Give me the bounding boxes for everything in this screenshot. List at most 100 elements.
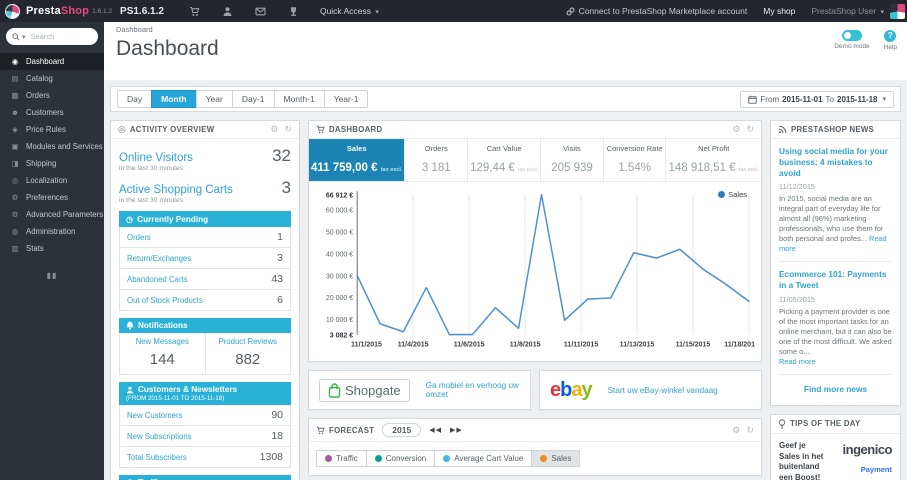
forecast-next-button[interactable]: ▶▶ <box>450 426 463 434</box>
shop-code-label: PS1.6.1.2 <box>120 5 164 17</box>
forecast-toggle-conversion[interactable]: Conversion <box>365 450 436 467</box>
sidebar-item-dashboard[interactable]: ◉ Dashboard <box>0 53 104 70</box>
new-messages-cell[interactable]: New Messages 144 <box>120 333 205 374</box>
shopgate-ad[interactable]: Shopgate Ga mobiel en verhoog uw omzet <box>308 370 531 410</box>
sidebar-item-orders[interactable]: ▦ Orders <box>0 87 104 104</box>
forecast-year-selector[interactable]: 2015 <box>382 423 422 437</box>
dashboard-panel: DASHBOARD ⚙ ↻ Sales 411 759,00 € tax excl… <box>308 120 762 362</box>
gear-icon[interactable]: ⚙ <box>270 125 278 134</box>
employee-icon[interactable] <box>222 6 233 17</box>
demo-mode-toggle[interactable]: Demo mode <box>834 30 870 51</box>
sidebar-item-catalog[interactable]: ▤ Catalog <box>0 70 104 87</box>
bell-icon <box>126 321 134 330</box>
kpi-tab-visits[interactable]: Visits 205 939 <box>541 139 604 181</box>
active-carts-subtitle: in the last 30 minutes <box>119 197 184 204</box>
sales-line-chart: 66 912 € 60 000 € 50 000 € 40 000 € 30 000 €… <box>326 190 755 348</box>
messages-icon[interactable] <box>255 6 266 17</box>
kpi-tab-conversion-rate[interactable]: Conversion Rate 1.54% <box>604 139 667 181</box>
main-area: Dashboard Dashboard Demo mode ? Help Day… <box>104 22 907 480</box>
find-more-news-link[interactable]: Find more news <box>779 382 892 398</box>
avg-cart-value-dot-icon <box>443 455 451 462</box>
out-of-stock-row[interactable]: Out of Stock Products 6 <box>119 290 291 311</box>
active-carts-value: 3 <box>281 178 291 197</box>
svg-text:66 912 €: 66 912 € <box>326 190 353 199</box>
news-article-title[interactable]: Using social media for your business: 4 … <box>779 146 892 178</box>
pending-orders-row[interactable]: Orders 1 <box>119 227 291 248</box>
chart-legend[interactable]: Sales <box>718 190 747 199</box>
refresh-icon[interactable]: ↻ <box>284 125 292 134</box>
svg-text:60 000 €: 60 000 € <box>326 205 353 214</box>
svg-text:11/8/2015: 11/8/2015 <box>510 339 541 348</box>
person-icon <box>127 386 133 393</box>
sidebar-item-label: Customers <box>26 108 64 117</box>
forecast-prev-button[interactable]: ◀◀ <box>429 426 442 434</box>
forecast-toggle-avg-cart-value[interactable]: Average Cart Value <box>434 450 533 467</box>
read-more-link[interactable]: Read more <box>779 357 816 366</box>
abandoned-carts-row[interactable]: Abandoned Carts 43 <box>119 269 291 290</box>
svg-text:11/18/201: 11/18/201 <box>724 339 755 348</box>
new-subscriptions-row[interactable]: New Subscriptions 18 <box>119 426 291 447</box>
sidebar-item-stats[interactable]: ▥ Stats <box>0 240 104 257</box>
gear-icon[interactable]: ⚙ <box>732 425 740 435</box>
svg-text:11/11/2015: 11/11/2015 <box>564 339 598 348</box>
forecast-toggle-traffic[interactable]: Traffic <box>316 450 367 467</box>
forecast-toggle-sales[interactable]: Sales <box>531 450 581 467</box>
refresh-icon[interactable]: ↻ <box>746 425 754 435</box>
total-subscribers-row[interactable]: Total Subscribers 1308 <box>119 447 291 468</box>
range-month-button[interactable]: Month <box>151 90 197 108</box>
sidebar-item-modules[interactable]: ▣ Modules and Services <box>0 138 104 155</box>
sidebar-collapse-button[interactable]: ▮▮ <box>0 271 104 280</box>
sidebar-item-customers[interactable]: ☻ Customers <box>0 104 104 121</box>
sidebar-item-shipping[interactable]: ◨ Shipping <box>0 155 104 172</box>
ingenico-brand-sub: Payment services <box>860 464 892 474</box>
gear-icon[interactable]: ⚙ <box>732 125 740 134</box>
online-visitors-link[interactable]: Online Visitors <box>119 152 193 164</box>
sidebar-item-localization[interactable]: ◎ Localization <box>0 172 104 189</box>
link-icon <box>566 7 575 15</box>
date-range-picker[interactable]: From 2015-11-01 To 2015-11-18 ▾ <box>740 90 894 108</box>
badges-trophy-icon[interactable] <box>288 6 299 17</box>
kpi-tab-sales[interactable]: Sales 411 759,00 € tax excl. <box>309 139 406 181</box>
pending-returns-row[interactable]: Return/Exchanges 3 <box>119 248 291 269</box>
sidebar-item-preferences[interactable]: ⚙ Preferences <box>0 189 104 206</box>
activity-overview-panel: ◎ ACTIVITY OVERVIEW ⚙ ↻ Online Visitors 3… <box>110 120 300 480</box>
news-article-title[interactable]: Ecommerce 101: Payments in a Tweet <box>779 269 892 291</box>
new-customers-row[interactable]: New Customers 90 <box>119 405 291 426</box>
help-button[interactable]: ? Help <box>884 30 897 51</box>
range-month-1-button[interactable]: Month-1 <box>273 90 325 108</box>
toggle-icon[interactable] <box>841 30 862 41</box>
rss-icon <box>778 125 787 134</box>
panel-title: ACTIVITY OVERVIEW <box>129 125 215 134</box>
my-shop-link[interactable]: My shop <box>763 6 795 16</box>
ebay-ad[interactable]: ebay Start uw eBay-winkel vandaag <box>539 370 762 410</box>
conversion-dot-icon <box>374 455 382 462</box>
kpi-tab-net-profit[interactable]: Net Profit 148 918,51 € tax excl. <box>666 139 761 181</box>
user-menu[interactable]: PrestaShop User ▾ <box>811 6 884 16</box>
user-avatar[interactable] <box>890 3 905 19</box>
svg-text:11/1/2015: 11/1/2015 <box>351 339 382 348</box>
sidebar-item-administration[interactable]: ◍ Administration <box>0 223 104 240</box>
cart-icon[interactable] <box>189 6 200 17</box>
sidebar-item-price-rules[interactable]: ◈ Price Rules <box>0 121 104 138</box>
active-carts-link[interactable]: Active Shopping Carts <box>119 184 233 196</box>
range-day-button[interactable]: Day <box>117 90 153 108</box>
ebay-ad-link[interactable]: Start uw eBay-winkel vandaag <box>608 386 718 395</box>
sales-chart: Sales 66 912 € 60 000 € 50 000 € 40 000 € 30… <box>309 182 761 361</box>
sidebar-item-advanced-parameters[interactable]: ⚙ Advanced Parameters <box>0 206 104 223</box>
kpi-tab-orders[interactable]: Orders 3 181 <box>405 139 469 181</box>
refresh-icon[interactable]: ↻ <box>746 125 754 134</box>
stats-icon: ▥ <box>11 244 19 253</box>
quick-access-menu[interactable]: Quick Access ▾ <box>320 6 379 16</box>
search-input[interactable] <box>30 32 89 41</box>
marketplace-connect-link[interactable]: Connect to PrestaShop Marketplace accoun… <box>566 6 747 16</box>
shopgate-ad-link[interactable]: Ga mobiel en verhoog uw omzet <box>426 381 520 399</box>
range-year-button[interactable]: Year <box>195 90 233 108</box>
orders-icon: ▦ <box>11 91 19 100</box>
range-day-1-button[interactable]: Day-1 <box>231 90 275 108</box>
sidebar-search[interactable]: ▾ <box>6 28 98 45</box>
lightbulb-icon <box>778 418 786 429</box>
range-year-1-button[interactable]: Year-1 <box>323 90 369 108</box>
product-reviews-cell[interactable]: Product Reviews 882 <box>204 333 291 374</box>
kpi-tab-cart-value[interactable]: Cart Value 129,44 € tax excl. <box>468 139 542 181</box>
svg-text:20 000 €: 20 000 € <box>326 293 353 302</box>
